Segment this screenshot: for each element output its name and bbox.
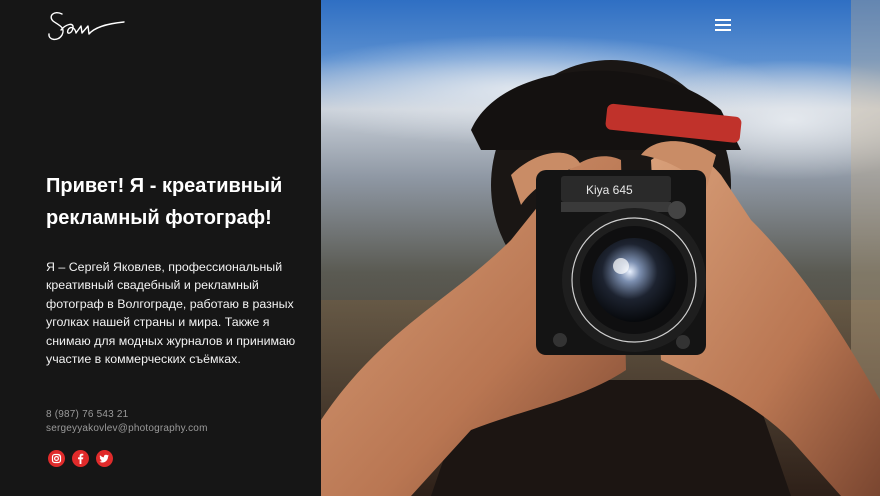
twitter-icon[interactable] (96, 450, 113, 467)
facebook-icon[interactable] (72, 450, 89, 467)
svg-text:Kiya 645: Kiya 645 (586, 183, 633, 197)
menu-bar (715, 19, 731, 21)
instagram-icon[interactable] (48, 450, 65, 467)
menu-bar (715, 29, 731, 31)
social-links (48, 450, 113, 467)
menu-bar (715, 24, 731, 26)
hero-photo-photographer-with-camera: Kiya 645 (321, 0, 880, 496)
page: Привет! Я - креативный рекламный фотогра… (0, 0, 880, 496)
email-address[interactable]: sergeyyakovlev@photography.com (46, 423, 208, 434)
sidebar: Привет! Я - креативный рекламный фотогра… (0, 0, 321, 496)
hero-bio: Я – Сергей Яковлев, профессиональный кре… (46, 260, 296, 367)
hero-headline: Привет! Я - креативный рекламный фотогра… (46, 175, 283, 229)
hamburger-menu-icon[interactable] (712, 16, 734, 34)
phone-number[interactable]: 8 (987) 76 543 21 (46, 409, 128, 420)
logo-signature[interactable] (44, 6, 128, 46)
